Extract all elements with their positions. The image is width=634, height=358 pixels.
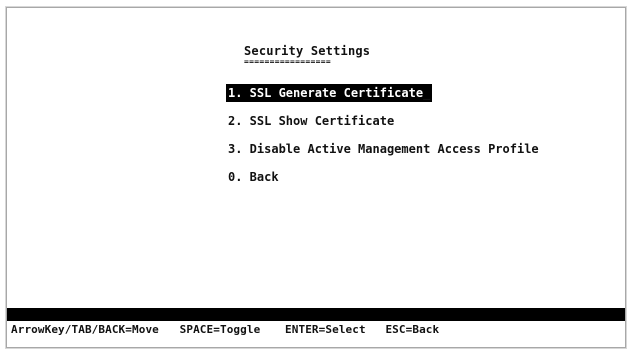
select-help-text: ENTER=Select <box>285 323 366 336</box>
back-help-text: ESC=Back <box>385 323 440 336</box>
terminal-screen: Security Settings ================= 1. S… <box>6 7 626 348</box>
toggle-help-text: SPACE=Toggle <box>179 323 261 336</box>
title-underline: ================= <box>244 57 331 66</box>
menu-item-disable-active-management-access-profile[interactable]: 3. Disable Active Management Access Prof… <box>226 140 541 158</box>
menu-item-ssl-show-certificate[interactable]: 2. SSL Show Certificate <box>226 112 396 130</box>
status-divider <box>7 308 625 321</box>
menu-item-back[interactable]: 0. Back <box>226 168 281 186</box>
keyboard-help-bar: ArrowKey/TAB/BACK=Move SPACE=Toggle ENTE… <box>11 322 439 338</box>
menu-item-ssl-generate-certificate[interactable]: 1. SSL Generate Certificate <box>226 84 433 102</box>
page-title: Security Settings <box>244 44 371 58</box>
move-help-text: ArrowKey/TAB/BACK=Move <box>11 323 159 336</box>
